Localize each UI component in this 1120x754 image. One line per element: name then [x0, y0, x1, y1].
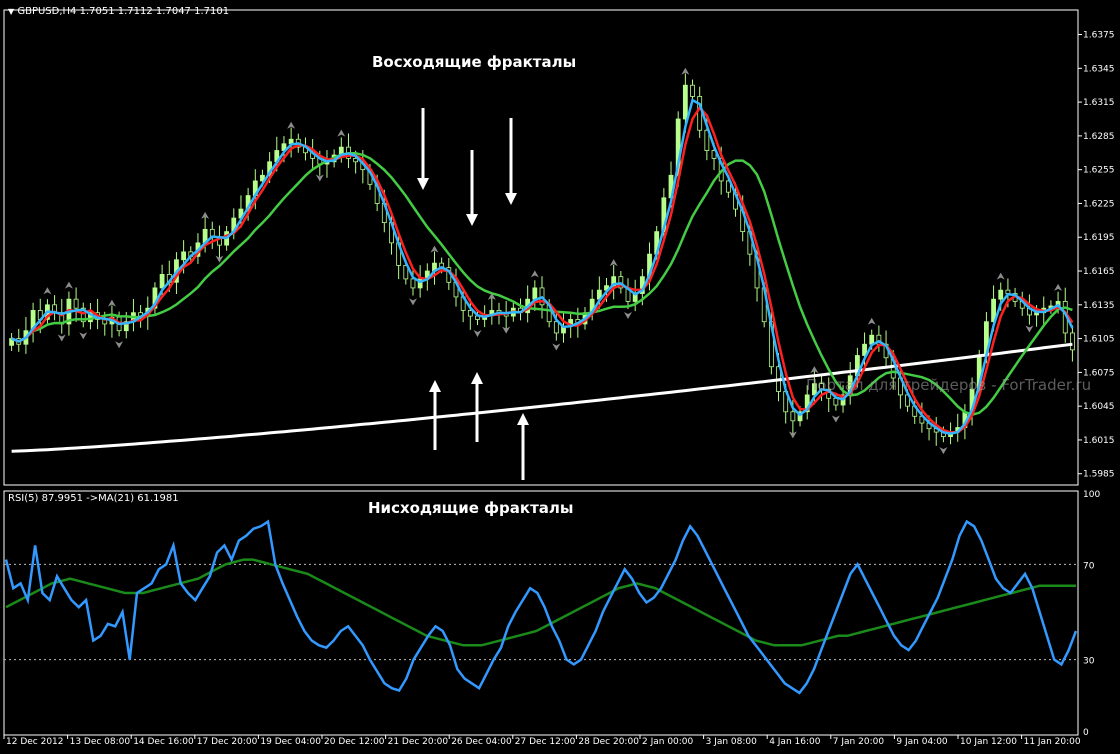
price-axis: 1.6375 1.6345 1.6315 1.6285 1.6255 1.6225 1.61…	[1078, 31, 1115, 480]
price-tick-label: 1.6045	[1083, 402, 1115, 412]
bear-candle	[73, 298, 79, 309]
rsi-group: 100 70 30 0	[4, 490, 1100, 738]
up-arrow-head	[517, 413, 529, 425]
time-tick-label: 13 Dec 08:00	[70, 737, 131, 747]
down-fractal-marker	[79, 332, 88, 340]
time-tick-label: 3 Jan 08:00	[706, 737, 758, 747]
rsi-tick-label: 30	[1083, 657, 1095, 667]
up-fractal-marker	[867, 317, 876, 325]
time-tick-label: 26 Dec 04:00	[451, 737, 512, 747]
up-fractal-marker	[337, 129, 346, 137]
up-fractals-label: Восходящие фракталы	[372, 53, 577, 71]
bear-candle	[467, 310, 473, 317]
price-tick-label: 1.6015	[1083, 436, 1115, 446]
down-fractal-marker	[115, 341, 124, 349]
price-tick-label: 1.6255	[1083, 166, 1115, 176]
time-axis: 12 Dec 2012 13 Dec 08:00 14 Dec 16:00 17 De…	[3, 735, 1081, 747]
bull-candle	[159, 274, 165, 289]
price-tick-label: 1.6225	[1083, 199, 1115, 209]
down-fractal-marker	[473, 329, 482, 337]
chart-window: 1.6375 1.6345 1.6315 1.6285 1.6255 1.6225 1.61…	[0, 0, 1120, 750]
annotation-arrows	[417, 108, 529, 480]
rsi-header: RSI(5) 87.9951 ->MA(21) 61.1981	[8, 493, 179, 504]
down-fractals-label: Нисходящие фракталы	[368, 499, 574, 517]
up-arrow-head	[471, 372, 483, 384]
rsi-tick-label: 70	[1083, 561, 1095, 571]
price-tick-label: 1.6135	[1083, 301, 1115, 311]
watermark-text: Портал для трейдеров - ForTrader.ru	[806, 376, 1092, 394]
price-tick-label: 1.6165	[1083, 267, 1115, 277]
rsi-line	[4, 519, 1078, 695]
price-tick-label: 1.6105	[1083, 335, 1115, 345]
price-tick-label: 1.6315	[1083, 98, 1115, 108]
price-tick-label: 1.6285	[1083, 132, 1115, 142]
time-tick-label: 2 Jan 00:00	[642, 737, 694, 747]
down-arrow-head	[505, 193, 517, 205]
up-fractal-marker	[43, 287, 52, 295]
chart-canvas: 1.6375 1.6345 1.6315 1.6285 1.6255 1.6225 1.61…	[3, 9, 1115, 747]
price-tick-label: 1.6345	[1083, 64, 1115, 74]
up-arrow-head	[429, 380, 441, 392]
up-fractal-marker	[64, 281, 73, 289]
time-tick-label: 20 Dec 12:00	[324, 737, 385, 747]
bear-candle	[690, 84, 695, 97]
price-header-text: GBPUSD,H4 1.7051 1.7112 1.7047 1.7101	[17, 6, 230, 17]
bull-candle	[998, 289, 1004, 300]
bear-candle	[1070, 332, 1075, 351]
up-fractal-marker	[530, 270, 539, 278]
down-fractal-marker	[1025, 325, 1034, 333]
down-fractal-marker	[408, 298, 417, 306]
down-fractal-marker	[552, 343, 561, 351]
down-arrow-head	[417, 178, 429, 190]
price-chart-header: ▼ GBPUSD,H4 1.7051 1.7112 1.7047 1.7101	[8, 6, 229, 17]
time-tick-label: 7 Jan 20:00	[833, 737, 885, 747]
up-fractal-marker	[1054, 283, 1063, 291]
time-tick-label: 19 Dec 04:00	[260, 737, 321, 747]
price-tick-label: 1.5985	[1083, 470, 1115, 480]
chart-menu-triangle-icon[interactable]: ▼	[8, 7, 14, 16]
bull-candle	[682, 84, 688, 120]
down-fractal-marker	[57, 334, 66, 342]
rsi-tick-label: 100	[1083, 490, 1100, 500]
time-tick-label: 28 Dec 20:00	[578, 737, 639, 747]
time-tick-label: 10 Jan 12:00	[960, 737, 1017, 747]
bear-candle	[1005, 289, 1011, 294]
rsi-panel-frame	[3, 490, 1079, 736]
time-tick-label: 21 Dec 20:00	[388, 737, 449, 747]
bear-candle	[410, 278, 416, 289]
bear-candle	[553, 321, 559, 334]
time-tick-label: 17 Dec 20:00	[197, 737, 258, 747]
time-tick-label: 12 Dec 2012	[6, 737, 64, 747]
bear-candle	[833, 397, 839, 406]
down-fractal-marker	[939, 447, 948, 455]
time-tick-label: 4 Jan 16:00	[769, 737, 821, 747]
time-tick-label: 27 Dec 12:00	[515, 737, 576, 747]
bear-candle	[697, 96, 703, 131]
price-tick-label: 1.6375	[1083, 31, 1115, 41]
time-tick-label: 11 Jan 20:00	[1024, 737, 1081, 747]
rsi-tick-label: 0	[1083, 728, 1089, 738]
up-fractal-marker	[996, 272, 1005, 280]
bear-candle	[790, 411, 796, 422]
down-fractal-marker	[831, 415, 840, 423]
down-arrow-head	[466, 214, 478, 226]
bull-candle	[181, 251, 187, 261]
down-fractal-marker	[624, 311, 633, 319]
time-tick-label: 9 Jan 04:00	[896, 737, 948, 747]
bull-candle	[532, 287, 538, 300]
price-tick-label: 1.6195	[1083, 233, 1115, 243]
time-tick-label: 14 Dec 16:00	[133, 737, 194, 747]
